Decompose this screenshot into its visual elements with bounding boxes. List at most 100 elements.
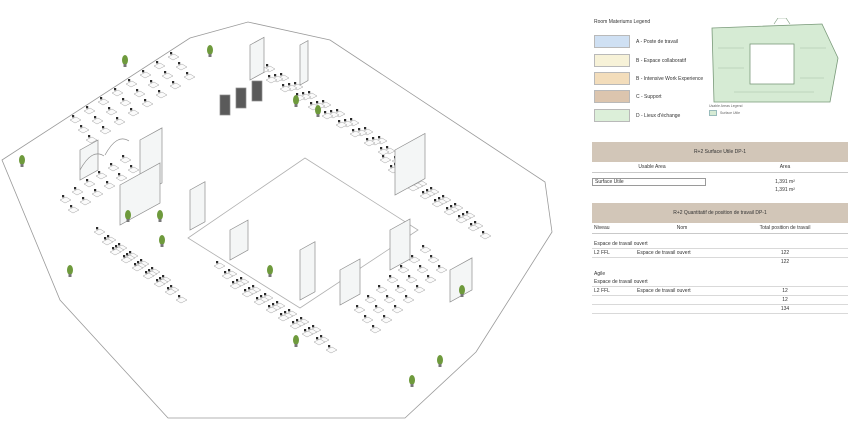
desk [83,106,96,115]
desk [175,295,188,304]
desk [93,227,106,236]
group1-subtotal-row: 122 [592,257,848,266]
plant [409,375,415,387]
desk [113,117,126,126]
workstation-table: R+2 Quantitatif de position de travail D… [592,203,848,314]
desk [402,295,415,304]
desk [408,255,421,264]
desk [79,197,92,206]
desk [419,245,432,254]
desk [383,295,396,304]
legend-swatch [594,72,630,85]
col-area: Area [779,164,791,170]
desk [91,189,104,198]
desk [103,181,116,190]
grand-total-row: 134 [592,304,848,314]
partition-panel [389,218,411,271]
plant [19,155,25,167]
plant [122,55,128,67]
desk [369,325,382,334]
legend-swatch [594,35,630,48]
col-nom: Nom [676,225,688,231]
group2-level: L2 FFL [594,288,610,294]
partition-panel [299,40,309,86]
desk [427,255,440,264]
arch [104,138,130,156]
group1-heading: Espace de travail ouvert [592,240,848,248]
partition-panel [189,181,206,231]
group1-name: Espace de travail ouvert [637,250,691,256]
desk [153,61,166,70]
desk [105,107,118,116]
desk [59,195,72,204]
desk [125,79,138,88]
desk [379,155,392,164]
desk [155,90,168,99]
partition-panel [249,36,265,81]
legend-title: Room Materiums Legend [594,19,651,25]
partition-panel [79,139,99,181]
desk [97,97,110,106]
legend-label: B - Intensive Work Experience [636,76,704,82]
group2-subtotal: 12 [782,297,788,303]
workstation-table-title: R+2 Quantitatif de position de travail D… [592,203,848,223]
group2-value: 12 [782,288,788,294]
group2-subheading: Espace de travail ouvert [592,278,848,286]
desk [127,108,140,117]
group2-sub: Espace de travail ouvert [594,279,648,285]
surface-table-title: R+2 Surface Utile DP-1 [592,142,848,162]
desk [435,265,448,274]
desk [353,305,366,314]
legend-item: B - Espace collaboratif [594,54,704,68]
surface-table: R+2 Surface Utile DP-1 Usable Area Area … [592,142,848,194]
group1-value: 122 [780,250,790,256]
group2-name: Espace de travail ouvert [637,288,691,294]
key-plan-caption: Usable Areas Legend [709,104,743,108]
desk [416,265,429,274]
legend-item: D - Lieux d'échange [594,109,704,123]
col-total: Total position de travail [759,225,811,231]
surface-utile-label: Surface Utile [592,178,706,186]
isometric-floor-plan [1,21,553,419]
desk [391,305,404,314]
group2-label: Agile [594,271,606,277]
desk [386,275,399,284]
grand-total: 134 [780,306,790,312]
group1-label: Espace de travail ouvert [594,241,648,247]
legend-label: C - Support [636,94,662,100]
desk [83,179,96,188]
plant [267,265,273,277]
plant [157,210,163,222]
legend-item: B - Intensive Work Experience [594,72,704,86]
col-niveau: Niveau [594,225,610,231]
desk [91,116,104,125]
plant [315,105,321,117]
desk [361,315,374,324]
desk [397,265,410,274]
legend-swatch [594,109,630,122]
desk [77,125,90,134]
legend-swatch [594,54,630,67]
surface-table-row: Surface Utile 1,391 m² [592,178,848,186]
group2-row: L2 FFL Espace de travail ouvert 12 [592,286,848,295]
desk [167,52,180,61]
col-usable-area: Usable Area [638,164,666,170]
desk [169,81,182,90]
plant [293,335,299,347]
desk [394,285,407,294]
legend-item: C - Support [594,90,704,104]
desk [405,275,418,284]
surface-table-total: 1,391 m² [592,186,848,194]
desk [107,163,120,172]
plant [293,95,299,107]
desk [161,71,174,80]
partition-panel [229,219,249,261]
desk [413,285,426,294]
desk [364,295,377,304]
desk [380,315,393,324]
group1-row: L2 FFL Espace de travail ouvert 122 [592,248,848,257]
desk [375,285,388,294]
desk [147,80,160,89]
desk [119,98,132,107]
group2-heading: Agile [592,270,848,278]
